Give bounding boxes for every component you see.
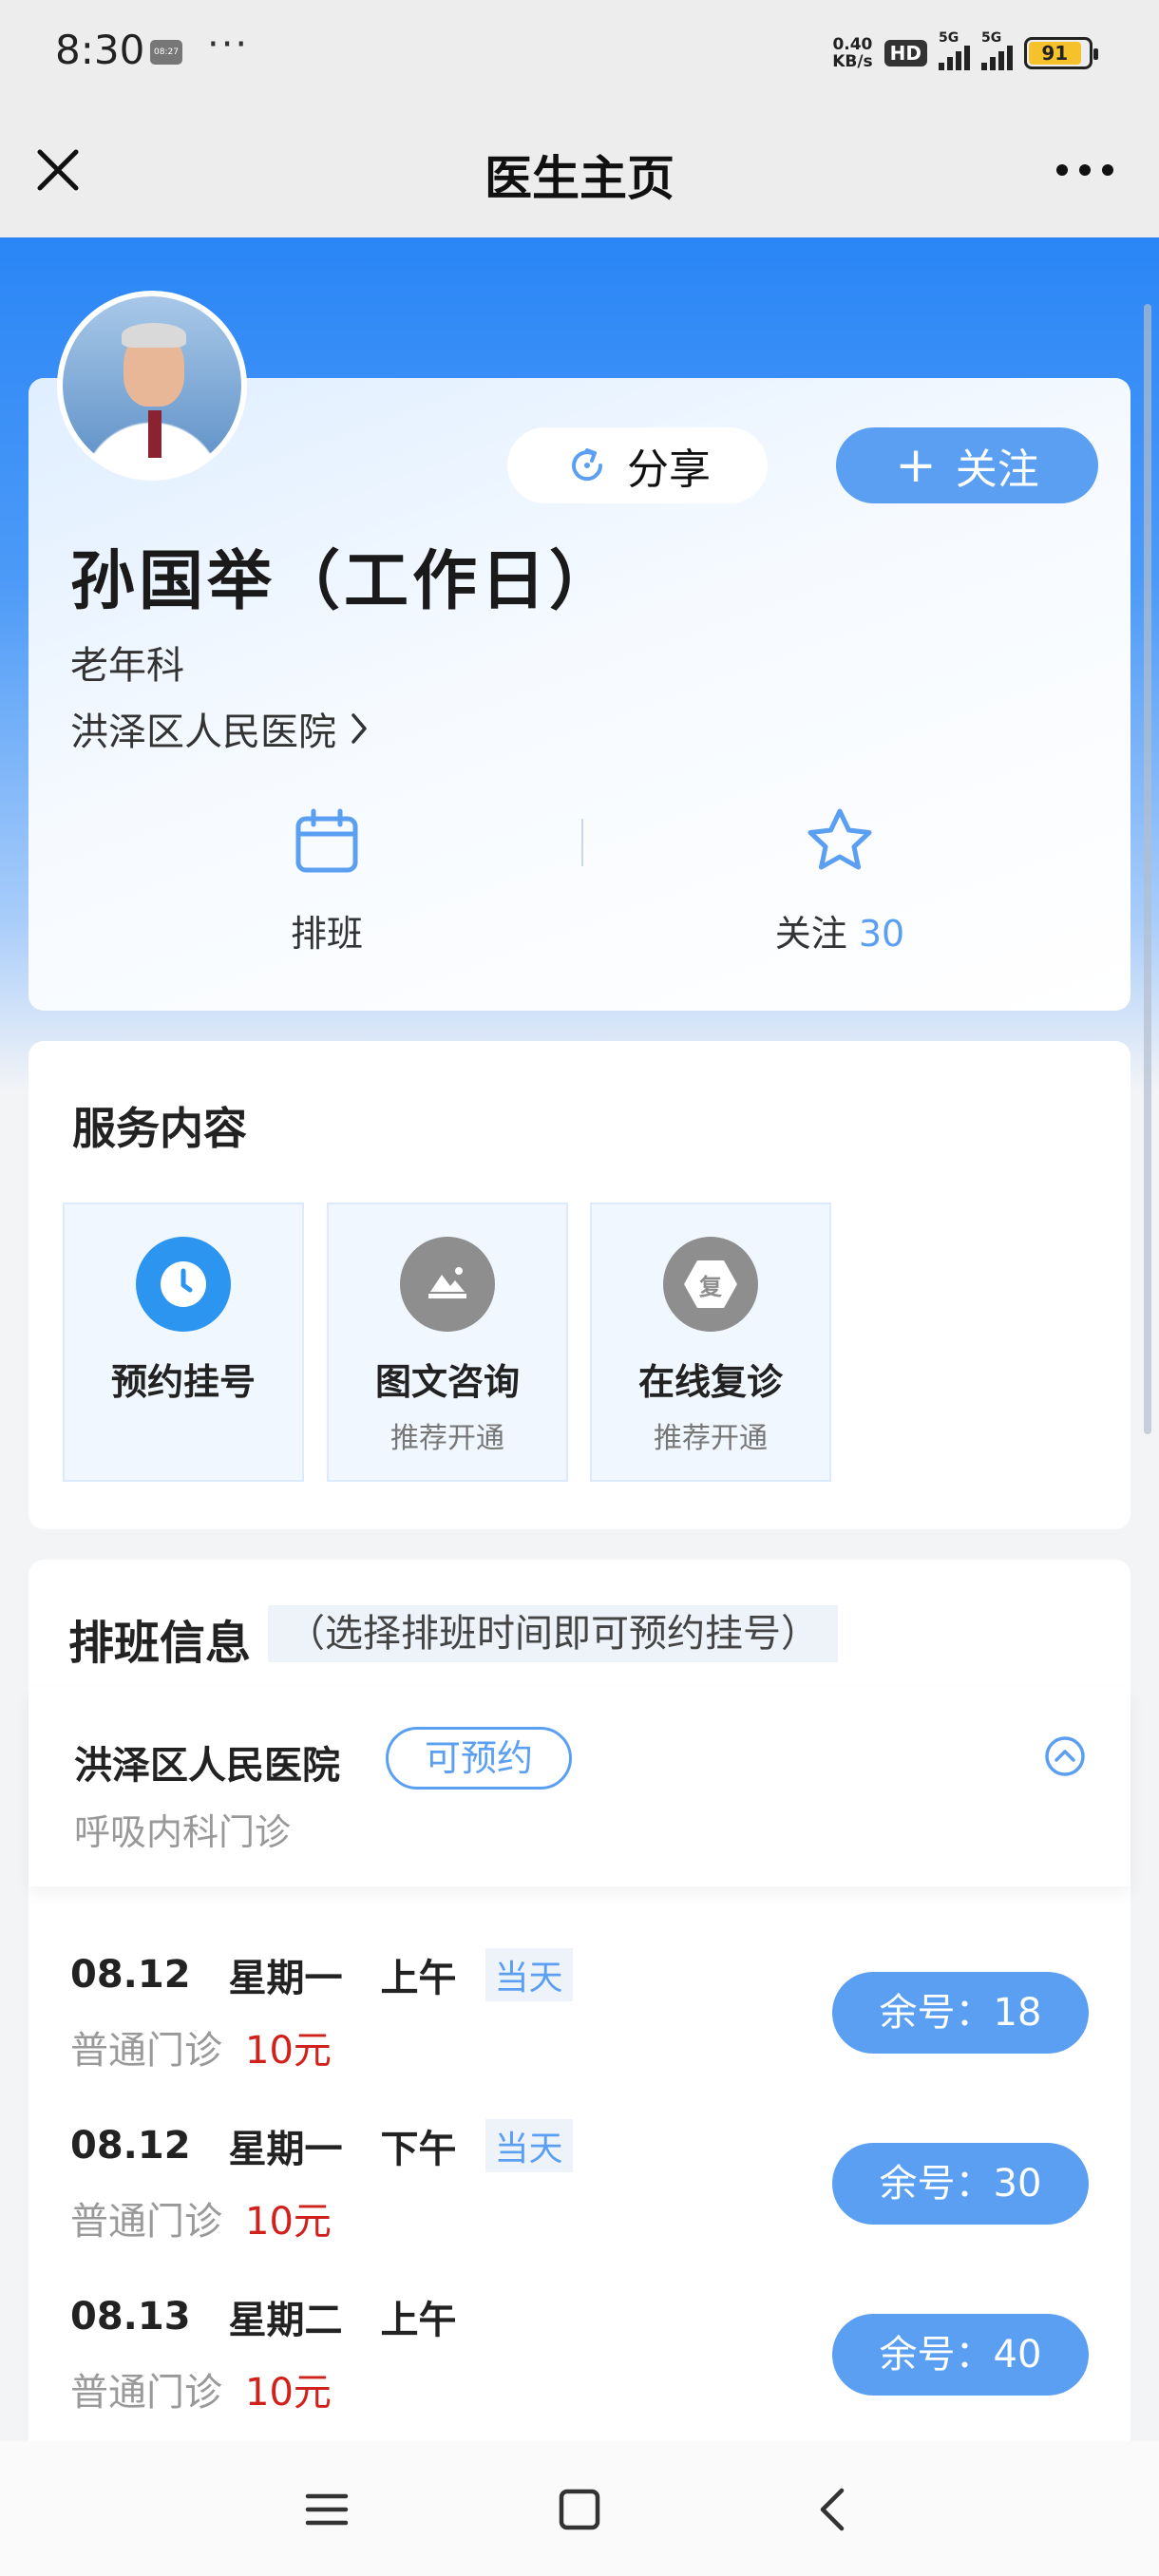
service-text-consult[interactable]: 图文咨询 推荐开通 — [327, 1203, 568, 1482]
hd-icon: HD — [884, 40, 927, 66]
slot-date: 08.12 — [70, 2124, 191, 2168]
battery-icon: 91 — [1024, 37, 1098, 69]
service-text-consult-title: 图文咨询 — [374, 1361, 520, 1403]
doctor-hospital-link[interactable]: 洪泽区人民医院 — [70, 701, 370, 756]
schedule-slot[interactable]: 08.12 星期一 下午 当天 普通门诊 10元 余号：30 — [28, 2099, 1130, 2270]
signal-label-2: 5G — [981, 30, 1002, 46]
share-label: 分享 — [627, 445, 711, 494]
slot-type: 普通门诊 — [70, 2200, 222, 2244]
slot-weekday: 星期二 — [228, 2299, 343, 2342]
network-speed: 0.40 KB/s — [832, 36, 872, 70]
slot-today-tag: 当天 — [484, 1948, 573, 2001]
schedule-slot[interactable]: 08.13 星期二 上午 普通门诊 10元 余号：40 — [28, 2270, 1130, 2441]
image-icon — [400, 1237, 495, 1332]
schedule-title: 排班信息 — [68, 1617, 252, 1670]
remaining-button[interactable]: 余号：40 — [832, 2314, 1089, 2396]
followers-count: 30 — [858, 913, 905, 955]
slot-weekday: 星期一 — [228, 2128, 343, 2171]
system-nav-bar — [0, 2441, 1159, 2576]
status-more-icon: ··· — [207, 23, 250, 66]
service-online-revisit-subtitle: 推荐开通 — [654, 1422, 768, 1455]
network-speed-unit: KB/s — [832, 52, 873, 71]
menu-icon[interactable] — [300, 2483, 353, 2536]
schedule-hospital-name: 洪泽区人民医院 — [74, 1744, 340, 1788]
service-appointment[interactable]: 预约挂号 — [63, 1203, 304, 1482]
slot-period: 上午 — [380, 1957, 457, 2000]
chevron-up-icon[interactable] — [1043, 1734, 1087, 1778]
service-text-consult-subtitle: 推荐开通 — [390, 1422, 504, 1455]
service-online-revisit[interactable]: 复 在线复诊 推荐开通 — [590, 1203, 831, 1482]
page-title: 医生主页 — [484, 151, 674, 206]
slot-type: 普通门诊 — [70, 2029, 222, 2073]
follow-label: 关注 — [955, 445, 1039, 494]
slot-weekday: 星期一 — [228, 1957, 343, 2000]
clock-icon — [136, 1237, 231, 1332]
status-badge: 可预约 — [386, 1727, 572, 1790]
slot-period: 下午 — [380, 2128, 457, 2171]
network-speed-value: 0.40 — [832, 35, 873, 54]
slot-date: 08.12 — [70, 1953, 191, 1997]
chevron-right-icon — [352, 713, 367, 744]
slot-period: 上午 — [380, 2299, 457, 2342]
doctor-avatar — [57, 291, 247, 481]
remaining-button[interactable]: 余号：18 — [832, 1972, 1089, 2054]
status-indicators: 0.40 KB/s HD 5G 5G 91 — [832, 30, 1098, 72]
nav-bar: 医生主页 — [0, 106, 1159, 237]
status-bar: 8:30 08:27 ··· 0.40 KB/s HD 5G 5G 91 — [0, 0, 1159, 106]
doctor-department: 老年科 — [70, 644, 184, 688]
plus-icon: + — [895, 437, 937, 494]
stat-divider — [581, 819, 583, 866]
followers-label: 关注 — [774, 913, 847, 955]
schedule-label: 排班 — [290, 913, 363, 955]
service-online-revisit-title: 在线复诊 — [637, 1361, 783, 1403]
signal-icon: 5G — [939, 30, 970, 70]
signal-label: 5G — [939, 30, 960, 46]
slot-type: 普通门诊 — [70, 2371, 222, 2415]
slot-today-tag: 当天 — [484, 2119, 573, 2172]
status-time: 8:30 — [55, 27, 145, 73]
share-icon — [572, 448, 603, 482]
notification-icon: 08:27 — [150, 40, 182, 65]
doctor-name: 孙国举（工作日） — [70, 544, 618, 619]
battery-level: 91 — [1029, 42, 1081, 65]
slot-price: 10元 — [245, 2200, 332, 2244]
back-icon[interactable] — [808, 2483, 861, 2536]
schedule-entry[interactable]: 排班 — [137, 804, 517, 957]
schedule-slot[interactable]: 08.12 星期一 上午 当天 普通门诊 10元 余号：18 — [28, 1928, 1130, 2099]
revisit-icon: 复 — [663, 1237, 758, 1332]
calendar-icon — [295, 808, 358, 873]
slot-price: 10元 — [245, 2029, 332, 2073]
share-button[interactable]: 分享 — [507, 427, 768, 503]
slot-date: 08.13 — [70, 2295, 191, 2339]
doctor-hospital: 洪泽区人民医院 — [70, 710, 336, 754]
follow-button[interactable]: + 关注 — [836, 427, 1098, 503]
service-appointment-title: 预约挂号 — [110, 1361, 256, 1403]
signal-icon-2: 5G — [981, 30, 1013, 70]
scrollbar[interactable] — [1144, 304, 1151, 1434]
schedule-department: 呼吸内科门诊 — [74, 1811, 292, 1853]
star-icon — [808, 808, 872, 870]
more-icon[interactable] — [1056, 144, 1113, 196]
followers-entry[interactable]: 关注 30 — [650, 804, 1030, 957]
revisit-icon-char: 复 — [684, 1260, 737, 1308]
remaining-button[interactable]: 余号：30 — [832, 2143, 1089, 2225]
home-icon[interactable] — [553, 2483, 606, 2536]
services-title: 服务内容 — [72, 1103, 247, 1154]
slot-price: 10元 — [245, 2371, 332, 2415]
schedule-hint: （选择排班时间即可预约挂号） — [268, 1605, 838, 1662]
